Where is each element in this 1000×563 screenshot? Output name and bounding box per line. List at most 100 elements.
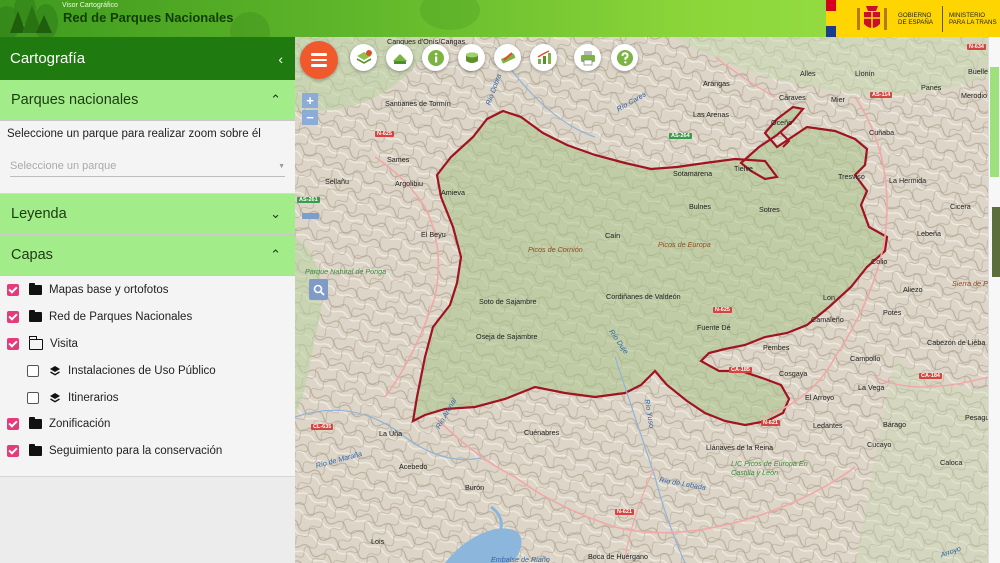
- place-label: Boca de Huérgano: [588, 552, 648, 561]
- place-label: Cabezón de Liéba: [927, 338, 986, 347]
- coat-of-arms-icon: [854, 4, 890, 34]
- government-label: GOBIERNO DE ESPAÑA: [898, 11, 933, 26]
- checkbox[interactable]: [7, 418, 19, 430]
- checkbox[interactable]: [27, 365, 39, 377]
- parque-select[interactable]: Seleccione un parque ▼: [10, 156, 285, 177]
- area-label: Parque Natural de Ponga: [305, 267, 387, 276]
- place-label: Mier: [831, 95, 845, 104]
- chart-button[interactable]: [530, 44, 557, 71]
- place-label: El Beyu: [421, 230, 446, 239]
- layers-icon: [50, 393, 60, 403]
- place-label: Pesague: [965, 413, 988, 422]
- sidebar-title: Cartografía: [10, 50, 86, 67]
- checkbox[interactable]: [7, 311, 19, 323]
- place-label: Lebeña: [917, 229, 941, 238]
- help-button[interactable]: [611, 44, 638, 71]
- basemap-button[interactable]: [386, 44, 413, 71]
- print-button[interactable]: [574, 44, 601, 71]
- ministry-label: MINISTERIO PARA LA TRANS: [949, 11, 997, 26]
- layer-item-itinerarios[interactable]: Itinerarios: [27, 389, 119, 407]
- app-header: Visor Cartográfico Red de Parques Nacion…: [0, 0, 1000, 37]
- road-label: N-625: [713, 307, 732, 313]
- zoom-in-button[interactable]: +: [302, 93, 318, 108]
- road-label: N-625: [375, 131, 394, 137]
- layer-item-seguimiento[interactable]: Seguimiento para la conservación: [7, 442, 222, 460]
- area-label: Picos de Europa: [658, 240, 711, 249]
- layers-add-icon: [356, 49, 372, 64]
- layer-stack-button[interactable]: [458, 44, 485, 71]
- section-parques-label: Parques nacionales: [11, 92, 139, 108]
- checkbox[interactable]: [27, 392, 39, 404]
- help-icon: [616, 49, 633, 66]
- place-label: Cuénabres: [524, 428, 560, 437]
- panel-tab[interactable]: [990, 67, 999, 177]
- layer-item-instalaciones[interactable]: Instalaciones de Uso Público: [27, 362, 216, 380]
- place-label: Camaleño: [811, 315, 844, 324]
- map-view[interactable]: Cangues d'Onís/Cangas Santianes de Tormí…: [295, 37, 988, 563]
- layers-icon: [50, 366, 60, 376]
- folder-icon: [29, 310, 42, 322]
- government-logo: GOBIERNO DE ESPAÑA MINISTERIO PARA LA TR…: [826, 0, 1000, 37]
- layer-item-zonificacion[interactable]: Zonificación: [7, 415, 110, 433]
- place-label: Las Arenas: [693, 110, 729, 119]
- map-right-panel[interactable]: [988, 37, 1000, 563]
- place-label: Cosgaya: [779, 369, 808, 378]
- road-label: AS-261: [297, 197, 320, 203]
- place-label: Merodio: [961, 91, 987, 100]
- area-label: Picos de Cornión: [528, 245, 583, 254]
- app-subtitle: Visor Cartográfico: [62, 2, 118, 9]
- place-label: Cordiñanes de Valdeón: [606, 292, 681, 301]
- measure-button[interactable]: [494, 44, 521, 71]
- road-label: N-621: [761, 420, 780, 426]
- zoom-out-button[interactable]: −: [302, 110, 318, 125]
- chevron-up-icon: ⌃: [270, 247, 281, 262]
- divider: [942, 5, 943, 32]
- scroll-thumb[interactable]: [992, 207, 1000, 277]
- info-button[interactable]: [422, 44, 449, 71]
- layer-stack-icon: [465, 52, 478, 63]
- section-leyenda[interactable]: Leyenda ⌄: [0, 194, 295, 235]
- chart-icon: [537, 49, 551, 64]
- sidebar: Cartografía ‹ Parques nacionales ⌃ Selec…: [0, 37, 296, 563]
- place-label: Tresviso: [838, 172, 865, 181]
- app-title: Red de Parques Nacionales: [63, 10, 234, 25]
- parques-panel: Seleccione un parque para realizar zoom …: [0, 121, 295, 194]
- place-label: Fuente Dé: [697, 323, 731, 332]
- place-label: El Arroyo: [805, 393, 835, 402]
- info-icon: [427, 49, 444, 66]
- place-label: Sellañu: [325, 177, 349, 186]
- area-label: Sierra de P: [952, 279, 988, 288]
- place-label: Campollo: [850, 354, 881, 363]
- section-parques[interactable]: Parques nacionales ⌃: [0, 80, 295, 121]
- layer-item-red-parques[interactable]: Red de Parques Nacionales: [7, 308, 192, 326]
- layer-item-mapas-base[interactable]: Mapas base y ortofotos: [7, 281, 169, 299]
- place-label: Sotres: [759, 205, 780, 214]
- checkbox[interactable]: [7, 445, 19, 457]
- map-search-button[interactable]: [309, 279, 328, 300]
- road-label: N-634: [967, 44, 986, 50]
- place-label: Colio: [871, 257, 888, 266]
- place-label: Alles: [800, 69, 816, 78]
- place-label: Aliezo: [903, 285, 923, 294]
- place-label: Acebedo: [399, 462, 428, 471]
- search-icon: [313, 284, 325, 296]
- place-label: Bárago: [883, 420, 907, 429]
- eu-flag-strip: [826, 0, 836, 37]
- place-label: Soto de Sajambre: [479, 297, 537, 306]
- section-capas[interactable]: Capas ⌃: [0, 235, 295, 276]
- checkbox[interactable]: [7, 338, 19, 350]
- chevron-left-icon[interactable]: ‹: [278, 51, 283, 67]
- place-label: Lon: [823, 293, 835, 302]
- place-label: Burón: [465, 483, 485, 492]
- checkbox[interactable]: [7, 284, 19, 296]
- place-label: Cicera: [950, 202, 971, 211]
- place-label: Santianes de Tormín: [385, 99, 451, 108]
- measure-icon: [500, 51, 515, 63]
- section-leyenda-label: Leyenda: [11, 206, 67, 222]
- place-label: Oseja de Sajambre: [476, 332, 538, 341]
- place-label: La Uña: [379, 429, 403, 438]
- map-menu-button[interactable]: [300, 41, 338, 79]
- layers-add-button[interactable]: [350, 44, 377, 71]
- place-label: Caloca: [940, 458, 963, 467]
- layer-item-visita[interactable]: Visita: [7, 335, 78, 353]
